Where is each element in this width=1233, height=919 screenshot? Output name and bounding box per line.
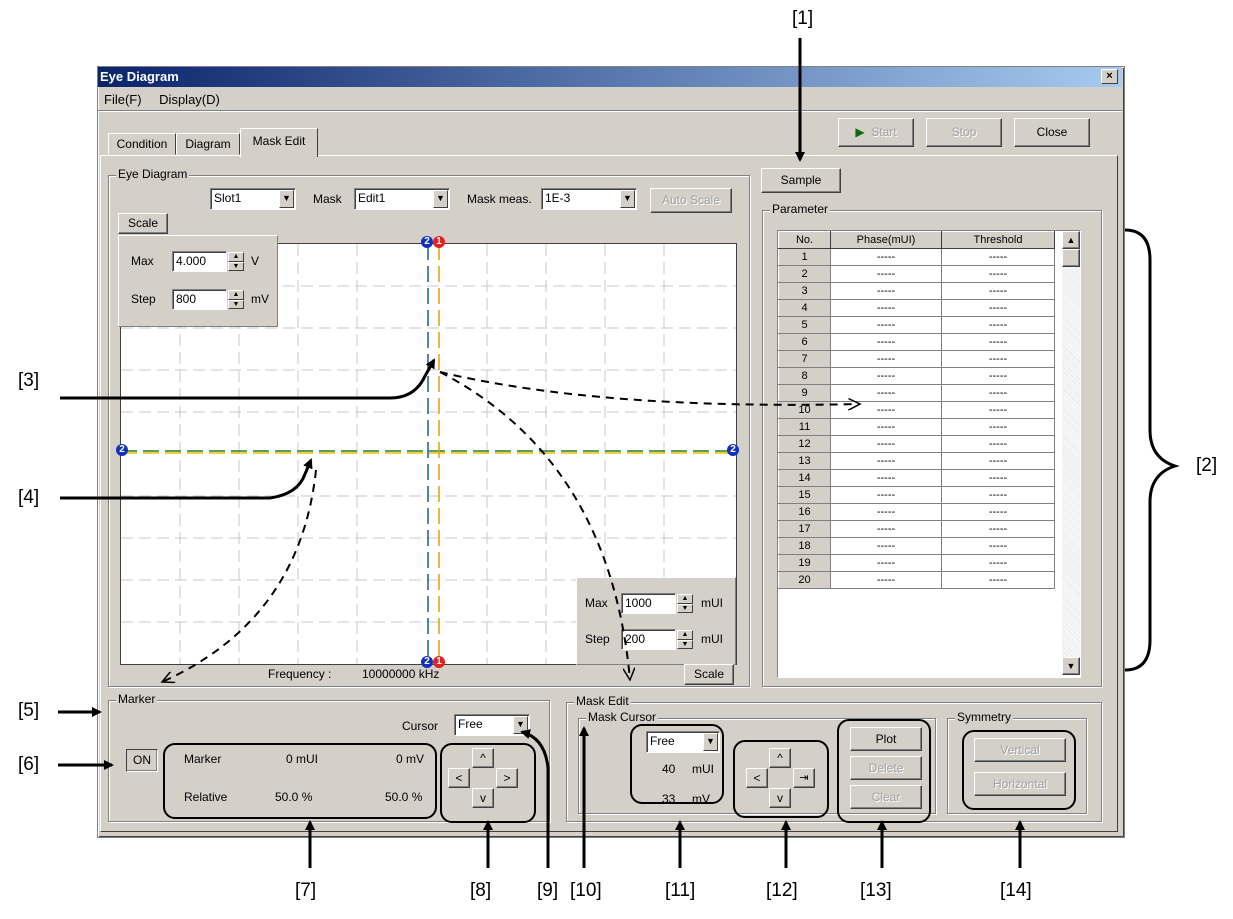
callout-arrows: [58, 38, 1180, 868]
tab-mask-edit[interactable]: Mask Edit: [240, 128, 318, 157]
